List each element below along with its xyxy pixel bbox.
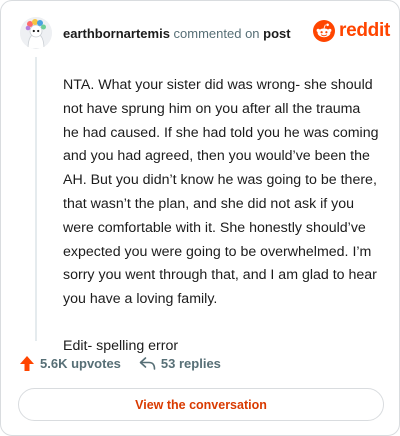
upvote-arrow-icon — [20, 356, 34, 371]
upvote-count: 5.6K upvotes — [40, 356, 121, 371]
reddit-snoo-icon — [313, 20, 335, 42]
comment-header: earthbornartemis commented on post — [63, 26, 291, 41]
replies-button[interactable]: 53 replies — [139, 356, 221, 371]
comment-footer: 5.6K upvotes 53 replies — [19, 355, 221, 372]
reply-arrow-icon — [139, 357, 156, 370]
reply-count: 53 replies — [160, 356, 221, 371]
thread-line[interactable] — [35, 57, 37, 341]
reddit-logo[interactable]: reddit — [313, 20, 390, 42]
username-link[interactable]: earthbornartemis — [63, 26, 170, 41]
avatar-icon — [20, 17, 52, 49]
comment-paragraph: NTA. What your sister did was wrong- she… — [63, 77, 379, 308]
view-conversation-button[interactable]: View the conversation — [18, 388, 384, 421]
embed-card: earthbornartemis commented on post reddi… — [0, 0, 400, 436]
comment-body: NTA. What your sister did was wrong- she… — [63, 74, 379, 359]
post-link[interactable]: post — [263, 26, 290, 41]
user-avatar[interactable] — [20, 17, 52, 49]
action-text: commented on — [173, 26, 260, 41]
upvote-button[interactable]: 5.6K upvotes — [19, 355, 121, 372]
reddit-wordmark: reddit — [339, 20, 390, 41]
